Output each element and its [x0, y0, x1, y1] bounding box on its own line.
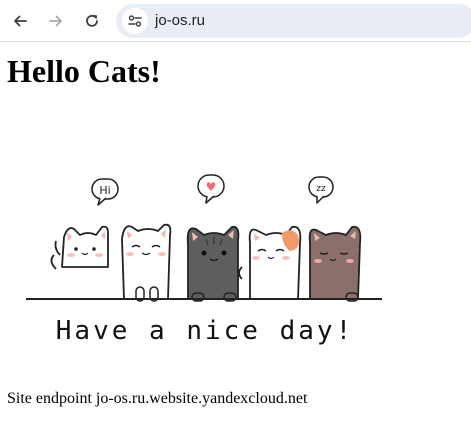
reload-button[interactable]: [78, 7, 106, 35]
tune-icon: [128, 15, 142, 27]
speech-bubble-heart-text: ♥: [206, 180, 217, 194]
cats-illustration: Hi ♥ zz Have a nice day!: [26, 174, 382, 346]
cat-brown: [308, 225, 362, 302]
arrow-left-icon: [14, 15, 27, 27]
back-button[interactable]: [6, 7, 34, 35]
page-heading: Hello Cats!: [7, 53, 161, 89]
reload-icon: [86, 14, 98, 27]
speech-bubble-zz-text: zz: [316, 184, 326, 194]
cat-white-orange: [238, 225, 302, 300]
cat-white-smiling: [121, 223, 172, 302]
speech-bubble-zz: zz: [308, 176, 334, 204]
site-endpoint-text: Site endpoint jo-os.ru.website.yandexclo…: [7, 390, 308, 407]
speech-bubble-hi-text: Hi: [99, 184, 110, 197]
cat-white-waving: [50, 225, 109, 270]
site-info-button[interactable]: [122, 8, 148, 34]
illustration-caption: Have a nice day!: [56, 316, 354, 346]
forward-button[interactable]: [42, 7, 70, 35]
cat-grey: [186, 225, 240, 302]
speech-bubble-hi: Hi: [91, 178, 119, 206]
speech-bubble-heart: ♥: [197, 174, 225, 204]
browser-toolbar: jo-os.ru: [0, 0, 471, 42]
address-bar[interactable]: jo-os.ru: [116, 4, 471, 38]
page-content: Hello Cats! Hi ♥ zz Have a nice day! Sit…: [0, 43, 471, 433]
arrow-right-icon: [49, 15, 62, 27]
url-text[interactable]: jo-os.ru: [155, 12, 205, 29]
